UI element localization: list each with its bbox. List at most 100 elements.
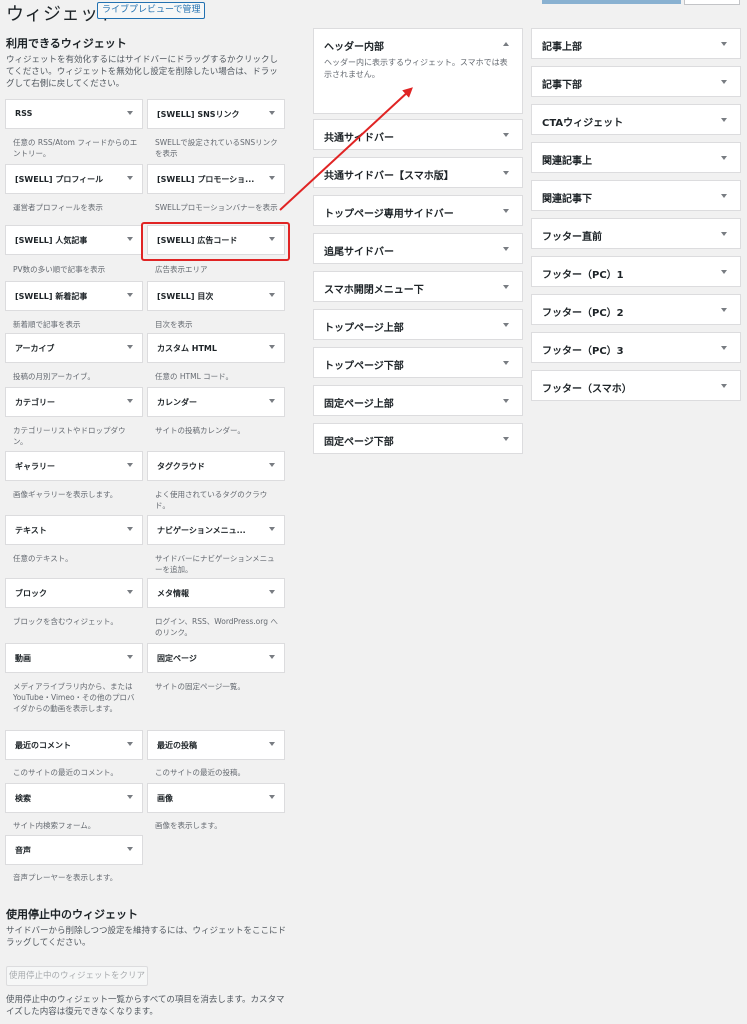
sidebar-area[interactable]: 関連記事上: [531, 142, 741, 173]
widget-title: [SWELL] 人気記事: [15, 236, 88, 245]
widget-item[interactable]: ナビゲーションメニュ...: [147, 515, 285, 545]
chevron-down-icon[interactable]: [721, 118, 727, 122]
chevron-down-icon[interactable]: [127, 795, 133, 799]
chevron-down-icon[interactable]: [269, 527, 275, 531]
chevron-down-icon[interactable]: [503, 171, 509, 175]
widget-item[interactable]: 最近の投稿: [147, 730, 285, 760]
sidebar-area[interactable]: フッター（スマホ）: [531, 370, 741, 401]
chevron-down-icon[interactable]: [269, 399, 275, 403]
widget-title: [SWELL] プロモーショ...: [157, 175, 255, 184]
sidebar-area[interactable]: トップページ専用サイドバー: [313, 195, 523, 226]
chevron-down-icon[interactable]: [721, 270, 727, 274]
chevron-down-icon[interactable]: [503, 133, 509, 137]
widget-item[interactable]: ギャラリー: [5, 451, 143, 481]
top-right-button[interactable]: [684, 0, 740, 5]
chevron-down-icon[interactable]: [503, 285, 509, 289]
widget-item[interactable]: 音声: [5, 835, 143, 865]
chevron-down-icon[interactable]: [721, 232, 727, 236]
clear-inactive-button[interactable]: 使用停止中のウィジェットをクリア: [6, 966, 148, 986]
chevron-down-icon[interactable]: [721, 80, 727, 84]
sidebar-area[interactable]: 固定ページ上部: [313, 385, 523, 416]
widget-title: 音声: [15, 846, 31, 855]
chevron-down-icon[interactable]: [721, 194, 727, 198]
chevron-down-icon[interactable]: [127, 237, 133, 241]
chevron-down-icon[interactable]: [127, 463, 133, 467]
widget-item[interactable]: [SWELL] 新着記事: [5, 281, 143, 311]
chevron-down-icon[interactable]: [503, 323, 509, 327]
chevron-down-icon[interactable]: [127, 176, 133, 180]
widget-item[interactable]: 固定ページ: [147, 643, 285, 673]
sidebar-area[interactable]: トップページ下部: [313, 347, 523, 378]
chevron-up-icon[interactable]: [503, 42, 509, 46]
chevron-down-icon[interactable]: [127, 399, 133, 403]
chevron-down-icon[interactable]: [127, 345, 133, 349]
sidebar-area[interactable]: フッター直前: [531, 218, 741, 249]
widget-description: サイト内検索フォーム。: [13, 821, 96, 830]
chevron-down-icon[interactable]: [269, 795, 275, 799]
sidebar-area[interactable]: トップページ上部: [313, 309, 523, 340]
chevron-down-icon[interactable]: [721, 308, 727, 312]
chevron-down-icon[interactable]: [269, 345, 275, 349]
chevron-down-icon[interactable]: [269, 111, 275, 115]
sidebar-area[interactable]: フッター（PC）3: [531, 332, 741, 363]
top-right-control[interactable]: [542, 0, 681, 4]
widget-item[interactable]: アーカイブ: [5, 333, 143, 363]
chevron-down-icon[interactable]: [269, 463, 275, 467]
widget-item[interactable]: [SWELL] プロモーショ...: [147, 164, 285, 194]
chevron-down-icon[interactable]: [269, 590, 275, 594]
widget-item[interactable]: [SWELL] 人気記事: [5, 225, 143, 255]
widget-item[interactable]: カスタム HTML: [147, 333, 285, 363]
chevron-down-icon[interactable]: [721, 346, 727, 350]
widget-description: 音声プレーヤーを表示します。: [13, 873, 118, 882]
chevron-down-icon[interactable]: [503, 209, 509, 213]
widget-title: 画像: [157, 794, 173, 803]
chevron-down-icon[interactable]: [269, 655, 275, 659]
widget-item[interactable]: メタ情報: [147, 578, 285, 608]
sidebar-area[interactable]: 関連記事下: [531, 180, 741, 211]
sidebar-area[interactable]: 共通サイドバー: [313, 119, 523, 150]
widget-item[interactable]: ブロック: [5, 578, 143, 608]
widget-item[interactable]: 最近のコメント: [5, 730, 143, 760]
widget-item[interactable]: [SWELL] SNSリンク: [147, 99, 285, 129]
sidebar-area[interactable]: 記事上部: [531, 28, 741, 59]
widget-item[interactable]: 検索: [5, 783, 143, 813]
live-preview-button[interactable]: ライブプレビューで管理: [97, 2, 206, 19]
chevron-down-icon[interactable]: [269, 176, 275, 180]
chevron-down-icon[interactable]: [269, 742, 275, 746]
sidebar-area[interactable]: CTAウィジェット: [531, 104, 741, 135]
sidebar-area[interactable]: ヘッダー内部 ヘッダー内に表示するウィジェット。スマホでは表示されません。: [313, 28, 523, 114]
sidebar-area[interactable]: 固定ページ下部: [313, 423, 523, 454]
widget-item[interactable]: 画像: [147, 783, 285, 813]
chevron-down-icon[interactable]: [503, 437, 509, 441]
chevron-down-icon[interactable]: [721, 42, 727, 46]
widget-item[interactable]: RSS: [5, 99, 143, 129]
sidebar-area[interactable]: 記事下部: [531, 66, 741, 97]
widget-item[interactable]: [SWELL] プロフィール: [5, 164, 143, 194]
sidebar-area[interactable]: 共通サイドバー【スマホ版】: [313, 157, 523, 188]
chevron-down-icon[interactable]: [127, 847, 133, 851]
sidebar-area[interactable]: 追尾サイドバー: [313, 233, 523, 264]
chevron-down-icon[interactable]: [503, 361, 509, 365]
chevron-down-icon[interactable]: [127, 655, 133, 659]
sidebar-area[interactable]: フッター（PC）2: [531, 294, 741, 325]
sidebar-area[interactable]: スマホ開閉メニュー下: [313, 271, 523, 302]
chevron-down-icon[interactable]: [503, 247, 509, 251]
widget-item[interactable]: テキスト: [5, 515, 143, 545]
widget-item[interactable]: カテゴリー: [5, 387, 143, 417]
sidebar-area[interactable]: フッター（PC）1: [531, 256, 741, 287]
chevron-down-icon[interactable]: [127, 111, 133, 115]
widget-item[interactable]: 動画: [5, 643, 143, 673]
chevron-down-icon[interactable]: [721, 156, 727, 160]
chevron-down-icon[interactable]: [127, 293, 133, 297]
widget-description: サイトの投稿カレンダー。: [155, 426, 245, 435]
widget-item[interactable]: [SWELL] 目次: [147, 281, 285, 311]
chevron-down-icon[interactable]: [269, 293, 275, 297]
chevron-down-icon[interactable]: [503, 399, 509, 403]
chevron-down-icon[interactable]: [721, 384, 727, 388]
chevron-down-icon[interactable]: [127, 590, 133, 594]
chevron-down-icon[interactable]: [127, 742, 133, 746]
chevron-down-icon[interactable]: [127, 527, 133, 531]
available-widgets-description: ウィジェットを有効化するにはサイドバーにドラッグするかクリックしてください。ウィ…: [6, 55, 279, 89]
widget-item[interactable]: タグクラウド: [147, 451, 285, 481]
widget-item[interactable]: カレンダー: [147, 387, 285, 417]
